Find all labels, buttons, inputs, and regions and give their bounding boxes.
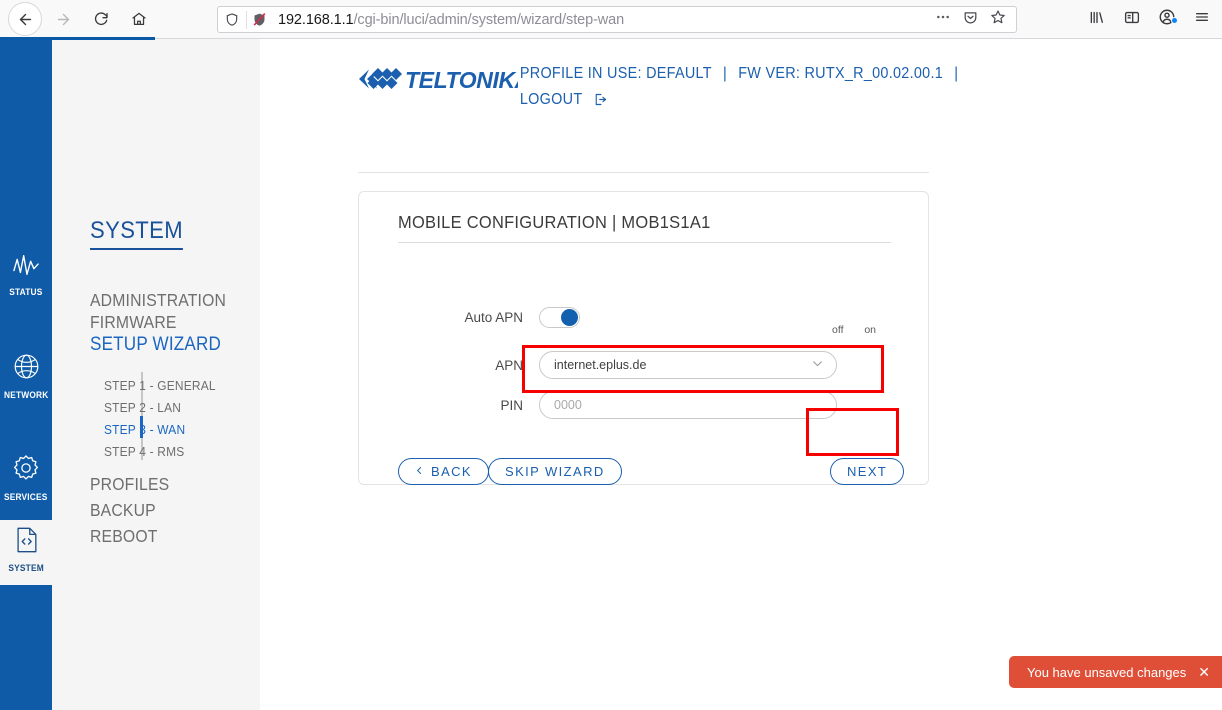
- rail-cap-bottom: [0, 585, 52, 597]
- rail-label-status: STATUS: [9, 287, 43, 298]
- sidebar-icon[interactable]: [1123, 9, 1141, 31]
- back-button-label: BACK: [431, 464, 473, 479]
- skip-wizard-button[interactable]: SKIP WIZARD: [488, 458, 622, 485]
- menu-title: SYSTEM: [90, 217, 184, 250]
- toast-message: You have unsaved changes: [1027, 664, 1187, 680]
- url-path: /cgi-bin/luci/admin/system/wizard/step-w…: [353, 11, 625, 28]
- main-content: TELTONIKA PROFILE IN USE: DEFAULT | FW VER…: [260, 39, 1222, 710]
- reload-button[interactable]: [84, 2, 118, 36]
- page-loading-bar: [0, 37, 155, 40]
- globe-icon: [12, 352, 41, 386]
- toggle-knob: [561, 309, 578, 326]
- url-text: 192.168.1.1/cgi-bin/luci/admin/system/wi…: [272, 12, 935, 28]
- rail-item-system[interactable]: SYSTEM: [0, 520, 52, 585]
- submenu-panel: SYSTEM ADMINISTRATION FIRMWARE SETUP WIZ…: [52, 39, 260, 710]
- card-title: MOBILE CONFIGURATION | MOB1S1A1: [398, 212, 711, 232]
- rail-item-status[interactable]: STATUS: [0, 252, 52, 298]
- chevron-left-icon: [415, 464, 424, 479]
- arrow-left-icon: [17, 11, 34, 28]
- header-meta: PROFILE IN USE: DEFAULT | FW VER: RUTX_R_0…: [518, 61, 969, 116]
- header-separator-2: |: [954, 65, 959, 82]
- card-title-rule: [398, 242, 891, 243]
- row-pin: PIN 0000: [379, 391, 837, 419]
- browser-toolbar: 192.168.1.1/cgi-bin/luci/admin/system/wi…: [0, 0, 1222, 39]
- rail-item-services[interactable]: SERVICES: [0, 453, 52, 503]
- home-button[interactable]: [122, 2, 156, 36]
- auto-apn-label: Auto APN: [464, 310, 523, 325]
- apn-label: APN: [495, 357, 523, 373]
- rail-item-network[interactable]: NETWORK: [0, 352, 52, 401]
- url-host: 192.168.1.1: [278, 11, 354, 28]
- star-icon[interactable]: [990, 9, 1006, 30]
- chevron-down-icon: [811, 357, 824, 373]
- menu-item-administration[interactable]: ADMINISTRATION: [90, 290, 226, 311]
- next-button-label: NEXT: [847, 464, 888, 479]
- home-icon: [131, 11, 147, 27]
- header-separator-1: |: [723, 65, 728, 82]
- code-file-icon: [13, 526, 40, 559]
- pin-placeholder: 0000: [554, 398, 582, 412]
- logout-icon[interactable]: [593, 90, 607, 116]
- svg-text:TELTONIKA: TELTONIKA: [405, 67, 518, 93]
- teltonika-logo[interactable]: TELTONIKA: [358, 61, 531, 99]
- address-bar[interactable]: 192.168.1.1/cgi-bin/luci/admin/system/wi…: [217, 6, 1017, 33]
- sidebar-item-step-2-lan[interactable]: STEP 2 - LAN: [104, 400, 181, 415]
- toggle-off-label: off: [832, 324, 844, 336]
- fw-version-label: FW VER: RUTX_R_00.02.00.1: [738, 65, 944, 82]
- app-header: TELTONIKA PROFILE IN USE: DEFAULT | FW VER…: [358, 61, 958, 116]
- hamburger-menu-icon[interactable]: [1193, 9, 1211, 30]
- header-divider: [358, 172, 929, 173]
- pin-label: PIN: [500, 397, 523, 413]
- apn-select[interactable]: internet.eplus.de: [539, 351, 837, 379]
- back-button[interactable]: [8, 2, 42, 36]
- shield-icon[interactable]: [218, 12, 246, 27]
- row-auto-apn: Auto APN: [379, 307, 580, 328]
- menu-item-backup[interactable]: BACKUP: [90, 500, 156, 521]
- back-button[interactable]: BACK: [398, 458, 490, 485]
- rail-label-network: NETWORK: [3, 390, 49, 401]
- logout-button[interactable]: LOGOUT: [520, 91, 582, 108]
- rail-label-services: SERVICES: [4, 492, 48, 503]
- menu-item-profiles[interactable]: PROFILES: [90, 474, 169, 495]
- status-graph-icon: [11, 252, 41, 283]
- next-button[interactable]: NEXT: [830, 458, 905, 485]
- page-body: STATUS NETWORK SERVICES SYSTEM SYSTEM AD…: [0, 39, 1222, 710]
- sidebar-item-step-1-general[interactable]: STEP 1 - GENERAL: [104, 378, 216, 393]
- account-icon[interactable]: [1158, 8, 1178, 31]
- account-notification-dot: [1171, 17, 1178, 24]
- toggle-state-labels: off on: [832, 324, 876, 336]
- urlbar-actions: [935, 9, 1016, 30]
- unsaved-changes-toast: You have unsaved changes ✕: [1009, 656, 1222, 688]
- auto-apn-toggle[interactable]: [539, 307, 580, 328]
- pin-input[interactable]: 0000: [539, 391, 837, 419]
- gear-icon: [11, 453, 41, 488]
- mobile-configuration-card: MOBILE CONFIGURATION | MOB1S1A1 Auto APN…: [358, 191, 929, 485]
- rail-cap-top: [0, 508, 52, 520]
- menu-item-reboot[interactable]: REBOOT: [90, 526, 158, 547]
- browser-right-actions: [1088, 0, 1222, 39]
- sidebar-item-step-3-wan[interactable]: STEP 3 - WAN: [104, 422, 185, 437]
- close-icon[interactable]: ✕: [1198, 665, 1210, 679]
- skip-wizard-label: SKIP WIZARD: [505, 464, 605, 479]
- arrow-right-icon: [55, 11, 72, 28]
- sidebar-item-step-4-rms[interactable]: STEP 4 - RMS: [104, 444, 184, 459]
- ellipsis-icon[interactable]: [935, 9, 951, 30]
- pocket-save-icon[interactable]: [963, 10, 978, 30]
- profile-in-use-label: PROFILE IN USE: DEFAULT: [519, 65, 712, 82]
- teltonika-chevron-logo: [359, 68, 402, 89]
- toggle-on-label: on: [864, 324, 876, 336]
- icon-rail: STATUS NETWORK SERVICES SYSTEM: [0, 39, 52, 710]
- navigation-buttons: [0, 2, 156, 36]
- apn-value: internet.eplus.de: [554, 358, 647, 372]
- rail-label-system: SYSTEM: [8, 563, 44, 574]
- menu-item-setup-wizard[interactable]: SETUP WIZARD: [90, 334, 221, 356]
- forward-button[interactable]: [46, 2, 80, 36]
- menu-item-firmware[interactable]: FIRMWARE: [90, 312, 177, 333]
- row-apn: APN internet.eplus.de: [379, 351, 837, 379]
- reload-icon: [93, 11, 109, 27]
- tracker-protection-icon[interactable]: [246, 10, 272, 29]
- library-icon[interactable]: [1088, 9, 1106, 31]
